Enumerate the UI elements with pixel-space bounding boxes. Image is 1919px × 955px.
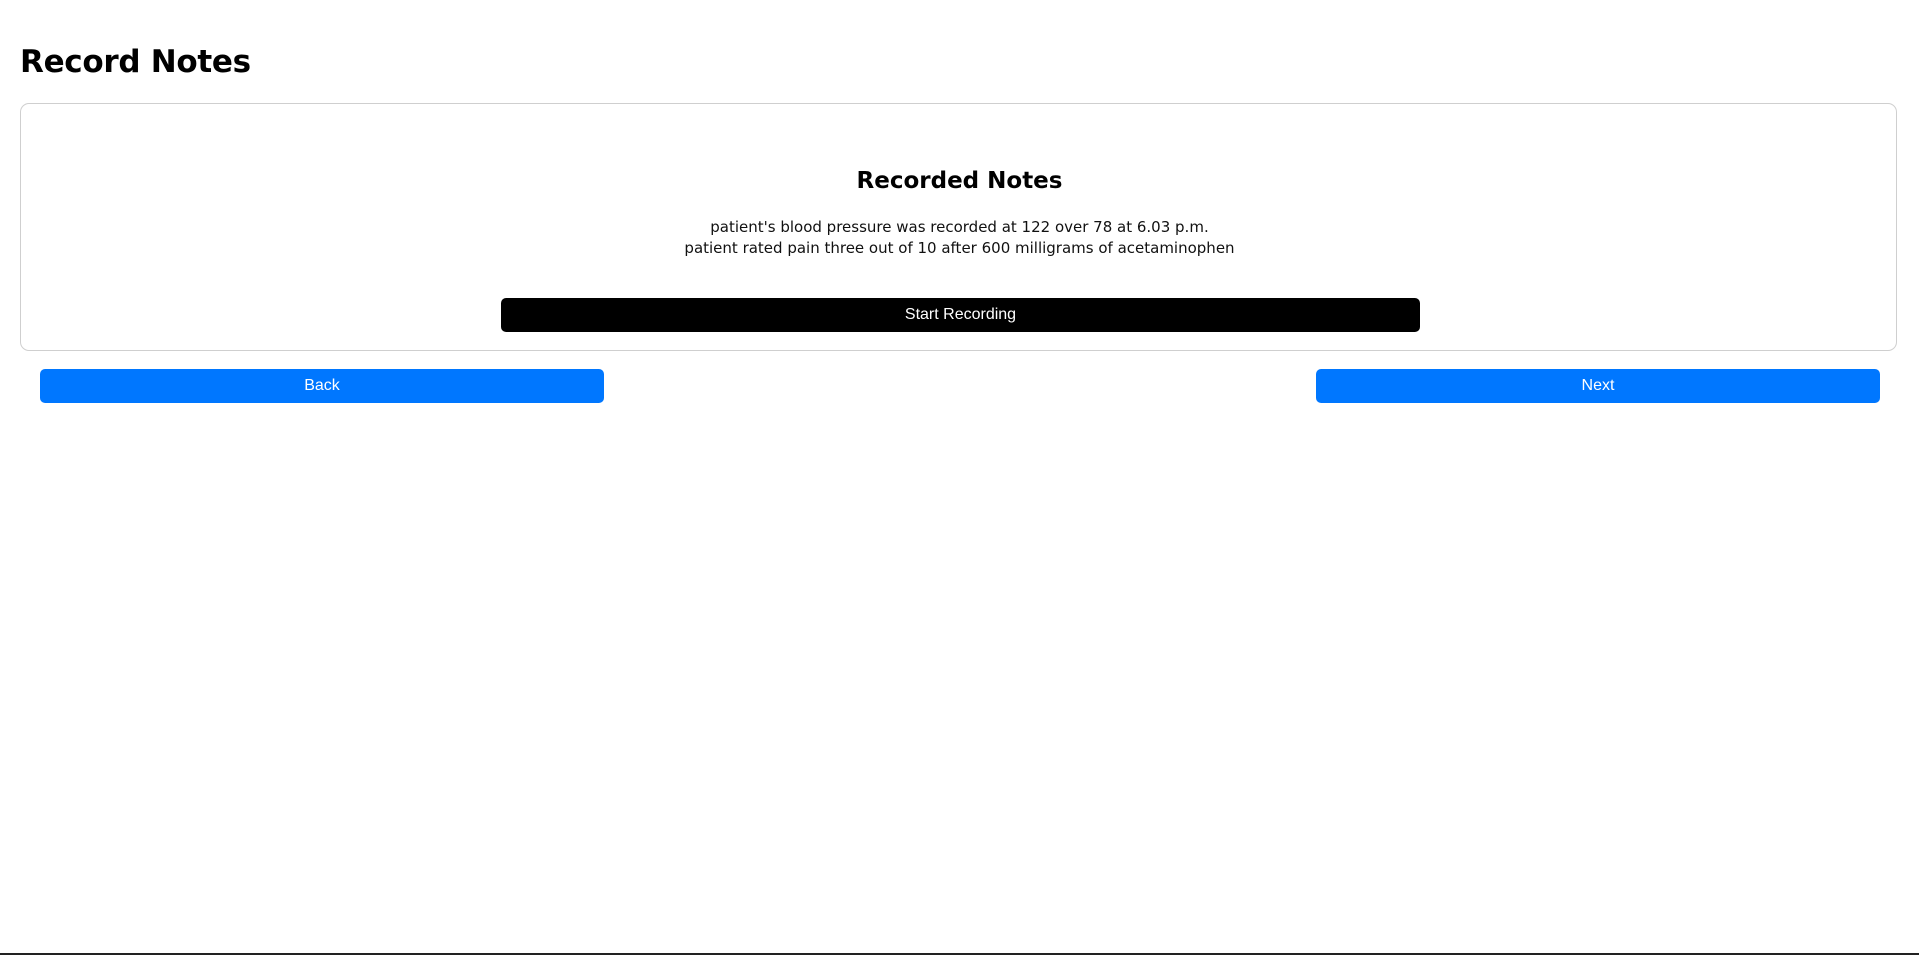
recorded-notes-title: Recorded Notes [856, 168, 1063, 194]
note-line: patient rated pain three out of 10 after… [684, 239, 1235, 257]
note-line: patient's blood pressure was recorded at… [710, 218, 1209, 236]
start-recording-button[interactable]: Start Recording [501, 298, 1420, 332]
next-button[interactable]: Next [1316, 369, 1880, 403]
page-title: Record Notes [20, 44, 251, 80]
page: Record Notes Recorded Notes patient's bl… [0, 0, 1919, 955]
back-button[interactable]: Back [40, 369, 604, 403]
